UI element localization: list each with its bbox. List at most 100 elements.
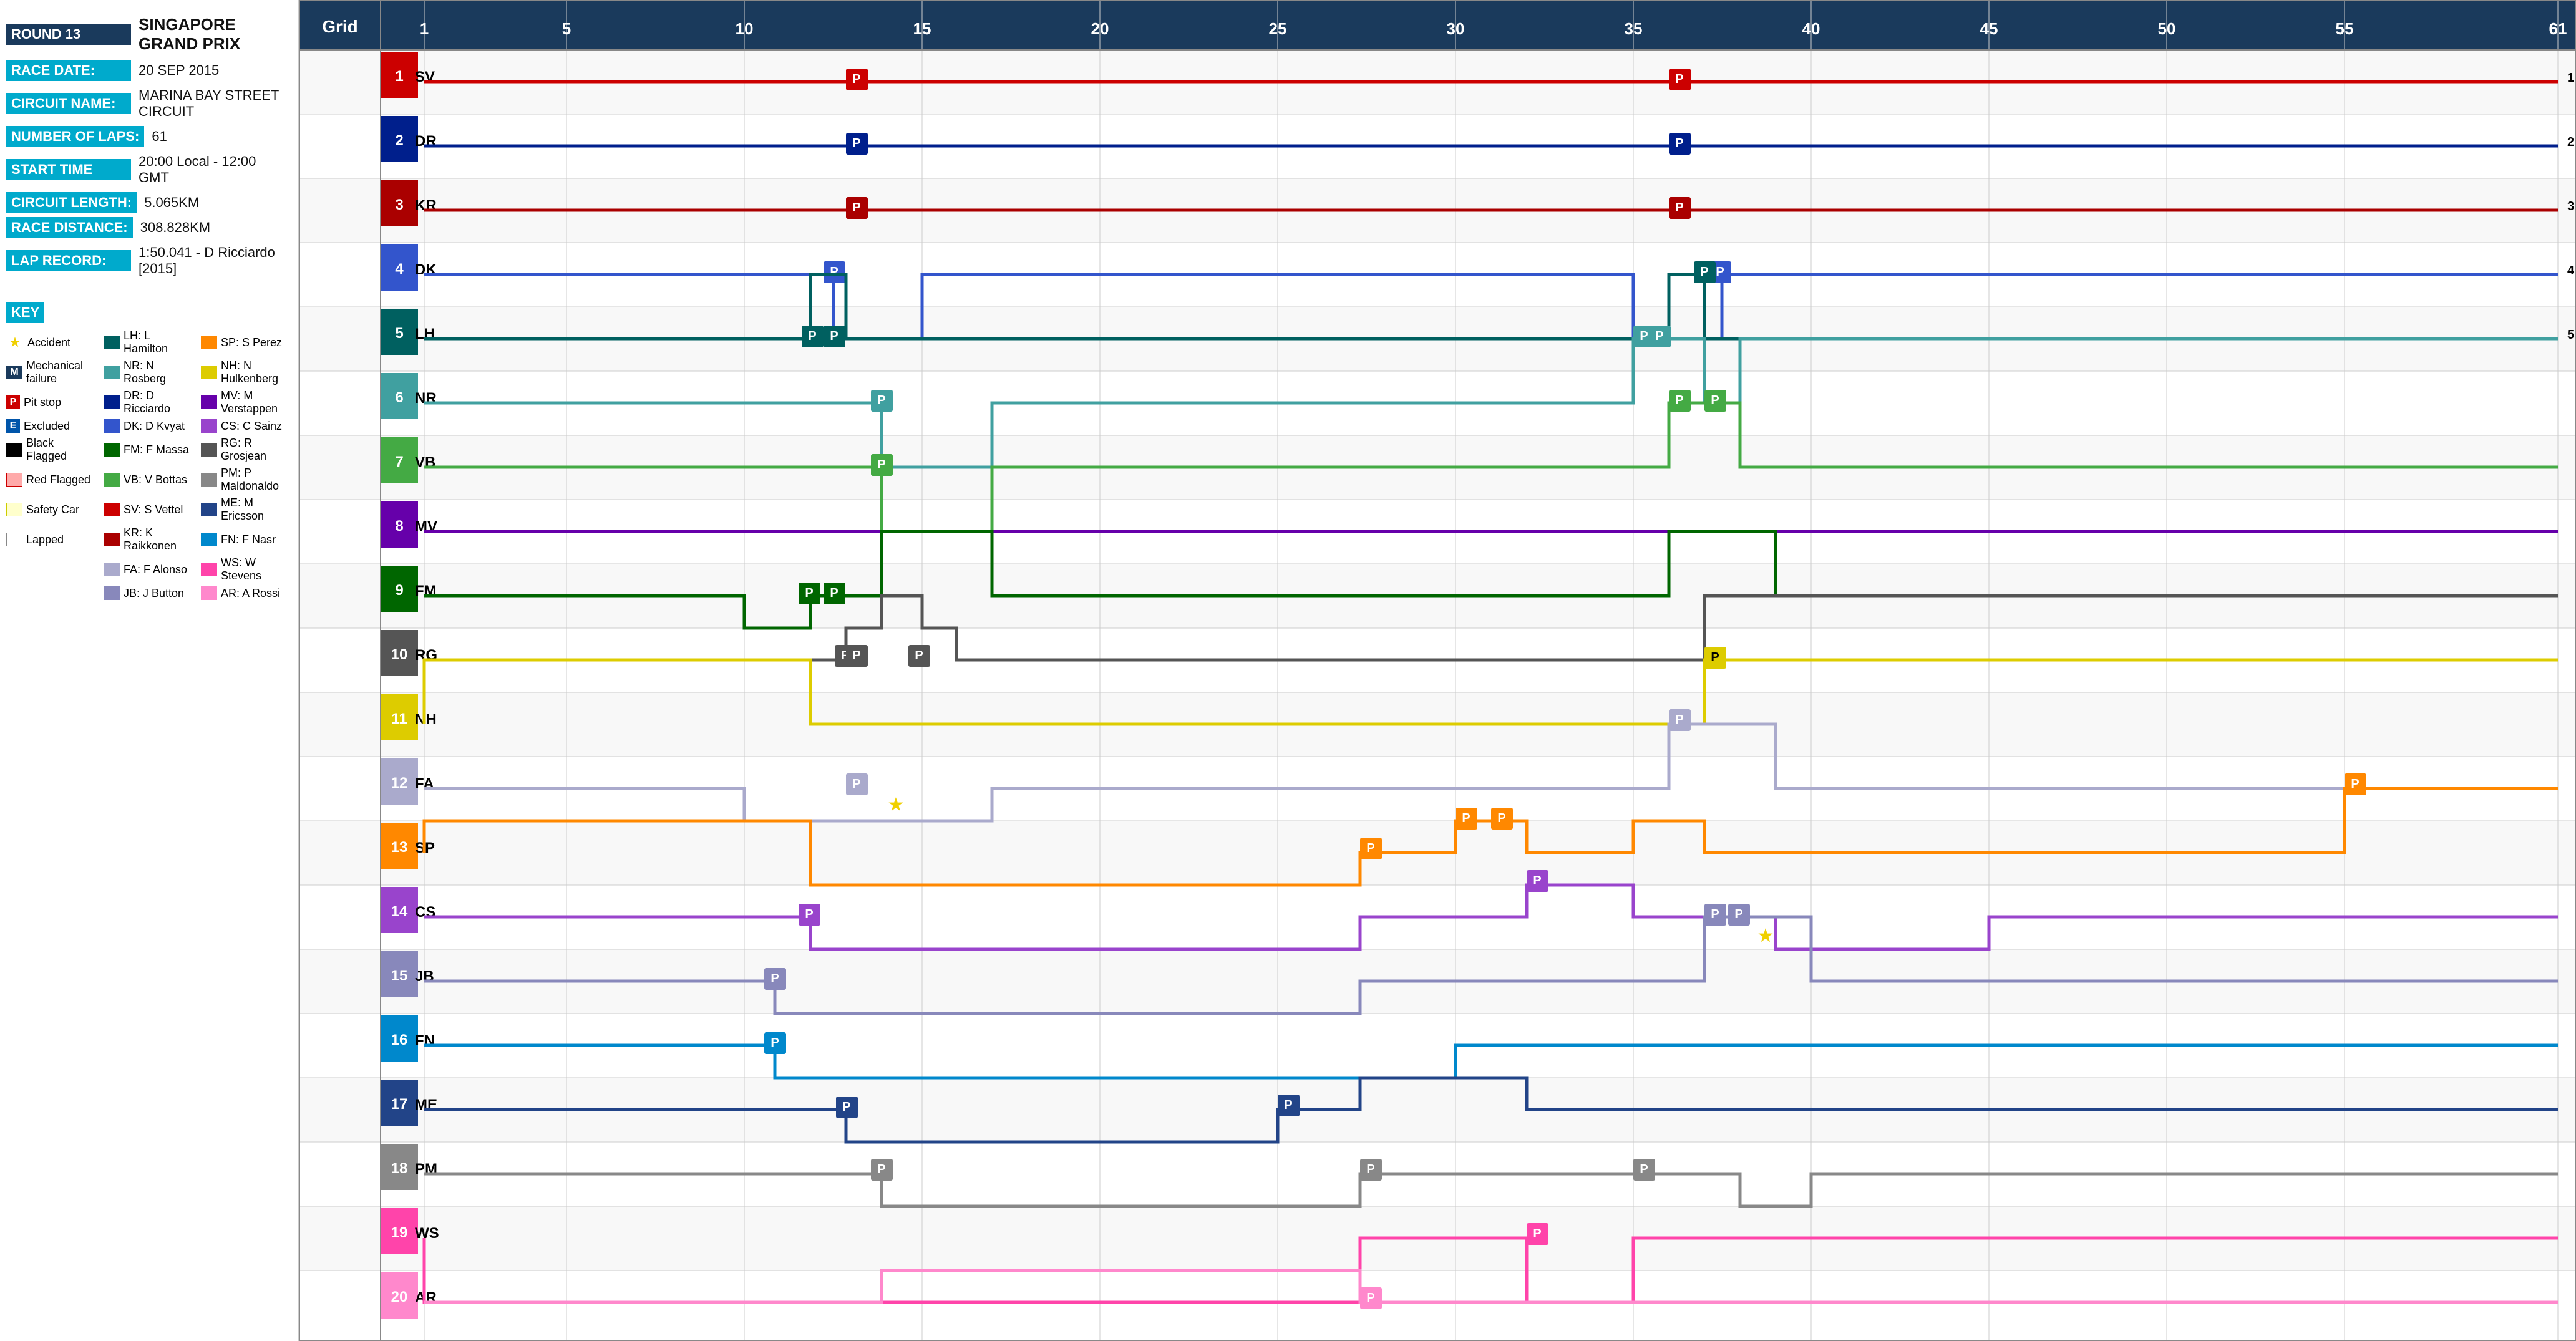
key-fm: FM: F Massa	[104, 437, 195, 463]
sp-pit-3-label: P	[1497, 811, 1505, 825]
lap-record-label: LAP RECORD:	[6, 250, 131, 271]
jb-pit-2-label: P	[1711, 908, 1719, 921]
fa-pit-1-label: P	[852, 777, 860, 791]
row-bg-20	[299, 1271, 2576, 1341]
key-pm: PM: P Maldonaldo	[201, 467, 292, 493]
me-pos-label: 17	[391, 1096, 408, 1113]
key-fn: FN: F Nasr	[201, 526, 292, 553]
key-pitstop-label: Pit stop	[24, 396, 61, 409]
dk-color	[104, 419, 120, 433]
circuit-length-value: 5.065KM	[137, 192, 207, 213]
rg-color	[201, 443, 217, 457]
fm-pit-1b-label: P	[830, 586, 838, 600]
nr-color	[104, 366, 120, 379]
dk-pos-label: 4	[395, 261, 404, 278]
star-icon: ★	[6, 334, 24, 351]
key-pm-label: PM: P Maldonaldo	[221, 467, 292, 493]
key-cs: CS: C Sainz	[201, 419, 292, 433]
key-ar: AR: A Rossi	[201, 586, 292, 600]
nh-color	[201, 366, 217, 379]
key-kr: KR: K Raikkonen	[104, 526, 195, 553]
me-color	[201, 503, 217, 516]
m-icon: M	[6, 366, 22, 379]
key-dr-label: DR: D Ricciardo	[124, 389, 195, 415]
key-nr: NR: N Rosberg	[104, 359, 195, 385]
pm-color	[201, 473, 217, 487]
laps-label: NUMBER OF LAPS:	[6, 126, 144, 147]
key-grid: ★ Accident LH: L Hamilton SP: S Perez M …	[6, 329, 292, 600]
vb-color	[104, 473, 120, 487]
kr-pit-1-label: P	[852, 201, 860, 215]
key-black-label: Black Flagged	[26, 437, 97, 463]
mv-pos-label: 8	[395, 518, 403, 535]
key-excluded-label: Excluded	[24, 420, 70, 433]
key-jb: JB: J Button	[104, 586, 195, 600]
sv-pit-2-label: P	[1675, 72, 1683, 86]
fa-pos-label: 12	[391, 775, 408, 792]
vb-pit-1-label: P	[877, 458, 885, 472]
fn-pos-label: 16	[391, 1032, 408, 1048]
key-dr: DR: D Ricciardo	[104, 389, 195, 415]
lap-record-value: 1:50.041 - D Ricciardo [2015]	[131, 242, 292, 279]
key-sp-label: SP: S Perez	[221, 336, 282, 349]
safety-car-icon	[6, 503, 22, 516]
lap-30-label: 30	[1447, 19, 1465, 38]
final-4: 4	[2567, 264, 2575, 278]
nr-pit-2-label: P	[1640, 329, 1648, 343]
key-black-flagged: Black Flagged	[6, 437, 97, 463]
cs-color	[201, 419, 217, 433]
key-ws: WS: W Stevens	[201, 556, 292, 583]
key-red-flagged: Red Flagged	[6, 467, 97, 493]
circuit-row: CIRCUIT NAME: MARINA BAY STREET CIRCUIT	[6, 85, 292, 122]
cs-pit-1-label: P	[805, 908, 813, 921]
key-spacer2	[6, 586, 97, 600]
vb-pit-2-label: P	[1675, 394, 1683, 407]
key-sp: SP: S Perez	[201, 329, 292, 356]
circuit-label: CIRCUIT NAME:	[6, 93, 131, 114]
key-lh-label: LH: L Hamilton	[124, 329, 195, 356]
ws-pit-1-label: P	[1533, 1227, 1541, 1241]
key-rg-label: RG: R Grosjean	[221, 437, 292, 463]
round-row: ROUND 13 SINGAPORE GRAND PRIX	[6, 12, 292, 56]
lh-color	[104, 336, 120, 349]
grid-header: Grid	[322, 17, 358, 36]
race-date-label: RACE DATE:	[6, 60, 131, 81]
start-time-label: START TIME	[6, 159, 131, 180]
jb-pit-1-label: P	[770, 972, 779, 985]
sp-pit-4-label: P	[2351, 777, 2359, 791]
fm-pit-1-label: P	[805, 586, 813, 600]
me-pit-1-label: P	[842, 1100, 850, 1114]
start-time-value: 20:00 Local - 12:00 GMT	[131, 151, 292, 188]
key-sv: SV: S Vettel	[104, 496, 195, 523]
left-panel: ROUND 13 SINGAPORE GRAND PRIX RACE DATE:…	[0, 0, 299, 1341]
key-red-label: Red Flagged	[26, 473, 90, 487]
circuit-length-row: CIRCUIT LENGTH: 5.065KM	[6, 192, 292, 213]
key-ws-label: WS: W Stevens	[221, 556, 292, 583]
key-fm-label: FM: F Massa	[124, 443, 189, 457]
fa-color	[104, 563, 120, 576]
key-accident-label: Accident	[27, 336, 70, 349]
key-nr-label: NR: N Rosberg	[124, 359, 195, 385]
ar-pit-1-label: P	[1366, 1291, 1374, 1305]
pm-pos-label: 18	[391, 1160, 408, 1177]
fm-color	[104, 443, 120, 457]
lap-20-label: 20	[1091, 19, 1109, 38]
sp-color	[201, 336, 217, 349]
ws-color	[201, 563, 217, 576]
nr-pit-1-label: P	[877, 394, 885, 407]
lap-1-label: 1	[420, 19, 429, 38]
nh-pit-2-label: P	[1711, 651, 1719, 664]
lh-pos-label: 5	[395, 325, 403, 342]
ws-pos-label: 19	[391, 1224, 408, 1241]
ar-color	[201, 586, 217, 600]
key-dk: DK: D Kvyat	[104, 419, 195, 433]
key-mechanical-label: Mechanical failure	[26, 359, 97, 385]
vb-pos-label: 7	[395, 453, 403, 470]
lh-pit-1b-label: P	[830, 329, 838, 343]
dk-pit-2-label: P	[1716, 265, 1724, 279]
key-lapped-label: Lapped	[26, 533, 64, 546]
lap-5-label: 5	[562, 19, 571, 38]
p-icon: P	[6, 395, 20, 409]
dr-pos-label: 2	[395, 132, 403, 149]
race-date-value: 20 SEP 2015	[131, 60, 226, 81]
